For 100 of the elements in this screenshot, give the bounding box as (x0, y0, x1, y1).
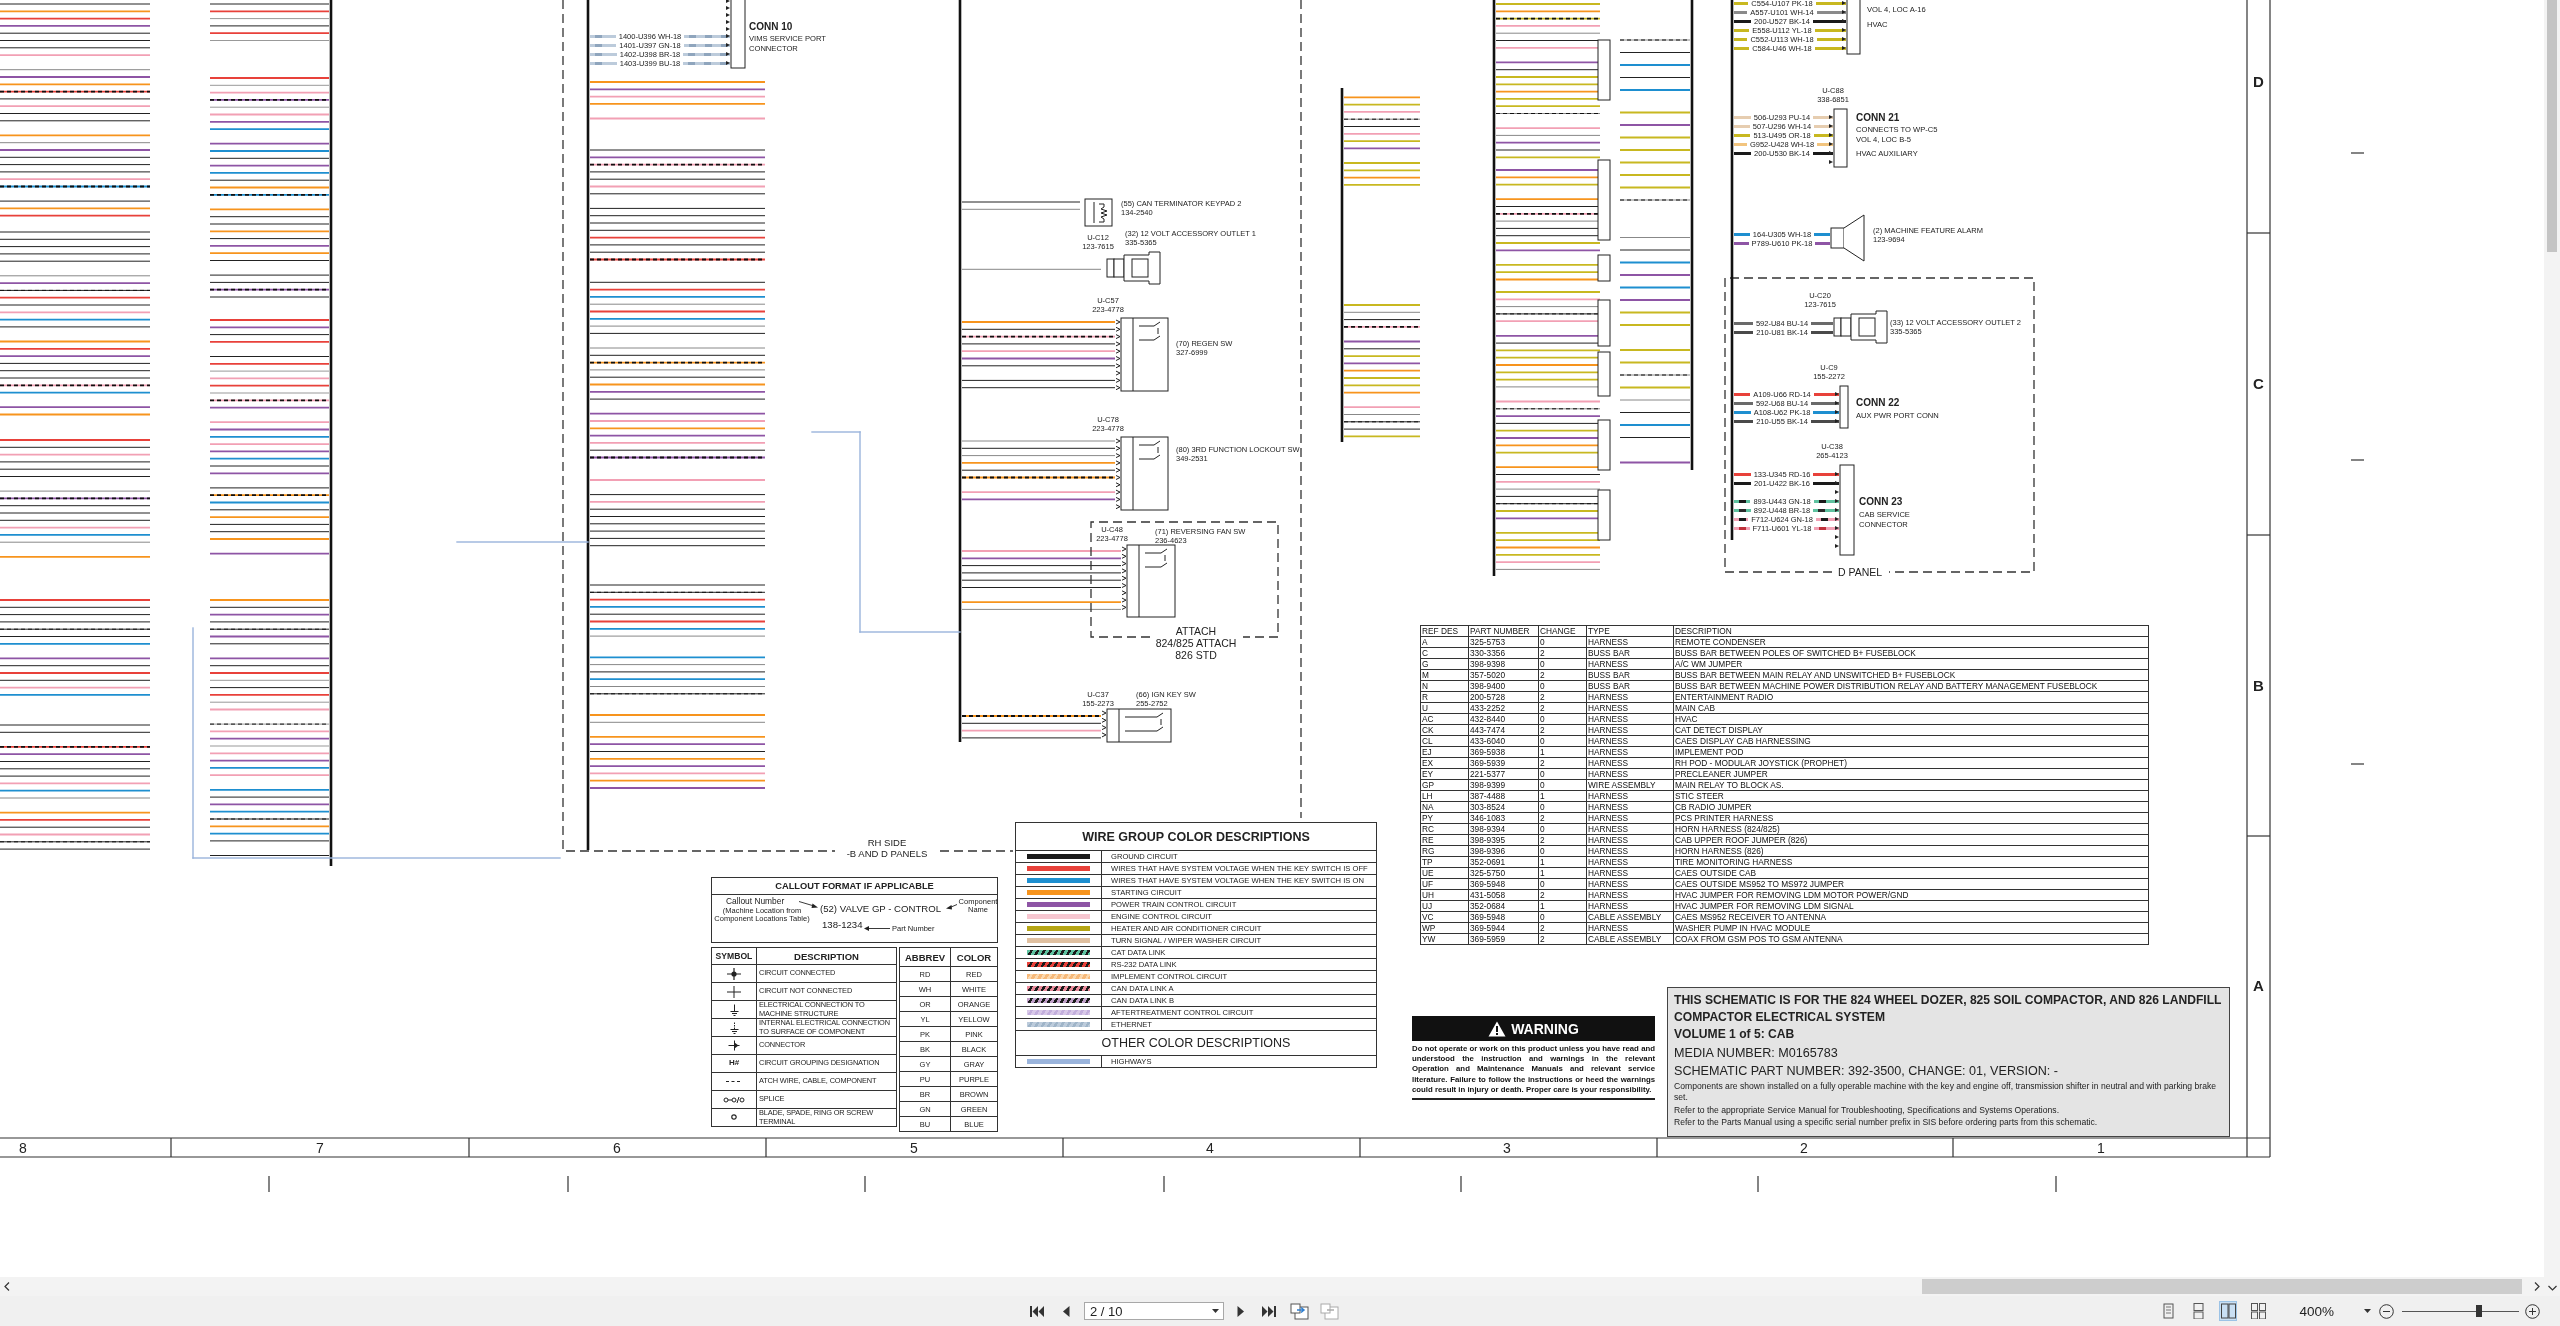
table-cell: BUSS BAR (1586, 669, 1674, 681)
area-label: -B AND D PANELS (846, 848, 928, 859)
triangle-left-icon[interactable] (1062, 1304, 1070, 1318)
table-cell: HVAC JUMPER FOR REMOVING LDM MOTOR POWER/GND (1673, 889, 2149, 901)
chevron-down-icon[interactable] (2547, 1284, 2557, 1292)
table-cell: YW (1420, 933, 1469, 945)
table-cell: CB RADIO JUMPER (1673, 801, 2149, 813)
ground-icon (729, 1003, 739, 1016)
terminator-icon (1084, 198, 1113, 227)
zone-letter: C (2253, 375, 2264, 392)
table-cell: 2 (1538, 922, 1587, 934)
zone-number: 7 (316, 1140, 324, 1156)
table-cell: CAES DISPLAY CAB HARNESSING (1673, 735, 2149, 747)
scrollbar-thumb[interactable] (2547, 0, 2557, 252)
zone-letter: B (2253, 677, 2264, 694)
caret-down-icon[interactable] (1212, 1309, 1219, 1313)
table-cell: HARNESS (1586, 834, 1674, 846)
zone-letter: D (2253, 73, 2264, 90)
area-label: RH SIDE (867, 837, 907, 848)
page-arrow-icon[interactable] (1290, 1302, 1309, 1320)
page-number-field[interactable]: 2 / 10 (1084, 1302, 1224, 1320)
table-cell: 398-9394 (1468, 823, 1539, 835)
column-header: ABBREV (899, 947, 951, 967)
two-pages-icon[interactable] (2219, 1301, 2238, 1321)
table-cell: NA (1420, 801, 1469, 813)
media-number: MEDIA NUMBER: M0165783 (1674, 1045, 1839, 1062)
chevron-right-icon[interactable] (2533, 1282, 2541, 1291)
column-header: CHANGE (1538, 625, 1587, 637)
table-cell: 2 (1538, 933, 1587, 945)
scrollbar-thumb[interactable] (1922, 1279, 2522, 1294)
table-cell: MAIN CAB (1673, 702, 2149, 714)
table-cell: WASHER PUMP IN HVAC MODULE (1673, 922, 2149, 934)
table-cell: 346-1083 (1468, 812, 1539, 824)
legend-title: OTHER COLOR DESCRIPTIONS (1016, 1031, 1376, 1056)
table-cell: UJ (1420, 900, 1469, 912)
table-cell: BUSS BAR BETWEEN MACHINE POWER DISTRIBUTION RELAY AND BATTERY MANAGEMENT FUSEBLOCK (1673, 680, 2149, 692)
table-cell: HARNESS (1586, 801, 1674, 813)
table-cell: HARNESS (1586, 922, 1674, 934)
table-cell: HARNESS (1586, 658, 1674, 670)
triangle-right-icon[interactable] (1237, 1304, 1245, 1318)
zoom-field[interactable]: 400% (2297, 1303, 2336, 1319)
table-cell: HARNESS (1586, 713, 1674, 725)
zoom-in-icon[interactable] (2525, 1303, 2540, 1319)
callout-annotation: Callout Number (726, 897, 785, 906)
two-pages-continuous-icon[interactable] (2249, 1301, 2268, 1321)
table-cell: BUSS BAR BETWEEN POLES OF SWITCHED B+ FUSEBLOCK (1673, 647, 2149, 659)
table-cell: HORN HARNESS (826) (1673, 845, 2149, 857)
schematic-note: Components are shown installed on a fully operable machine with the key and engine off, transmission shifter in neutral and with parking brake set. (1674, 1081, 2218, 1104)
table-cell: 0 (1538, 680, 1587, 692)
table-cell: 0 (1538, 911, 1587, 923)
table-cell: RE (1420, 834, 1469, 846)
connector-icon (1835, 385, 1849, 429)
zone-number: 4 (1206, 1140, 1214, 1156)
area-label: 826 STD (1175, 649, 1217, 661)
column-header: REF DES (1420, 625, 1469, 637)
area-label: D PANEL (1837, 566, 1883, 578)
table-cell: CABLE ASSEMBLY (1586, 933, 1674, 945)
leader-arrow (864, 926, 890, 931)
slider-thumb[interactable] (2476, 1305, 2483, 1317)
table-cell: HORN HARNESS (824/825) (1673, 823, 2149, 835)
table-cell: WIRE ASSEMBLY (1586, 779, 1674, 791)
table-cell: 2 (1538, 834, 1587, 846)
warning-icon (1488, 1020, 1507, 1037)
table-cell: 2 (1538, 889, 1587, 901)
table-cell: STIC STEER (1673, 790, 2149, 802)
table-cell: 2 (1538, 812, 1587, 824)
table-cell: PCS PRINTER HARNESS (1673, 812, 2149, 824)
dashed-ground-icon (729, 1021, 739, 1034)
table-cell: CK (1420, 724, 1469, 736)
zoom-out-icon[interactable] (2379, 1303, 2394, 1319)
arrow-icon (728, 1040, 740, 1051)
warning-title: WARNING (1511, 1020, 1579, 1037)
column-header: COLOR (950, 947, 998, 967)
table-cell: HARNESS (1586, 878, 1674, 890)
table-cell: 431-5058 (1468, 889, 1539, 901)
caret-down-icon[interactable] (2364, 1309, 2371, 1313)
table-cell: REMOTE CONDENSER (1673, 636, 2149, 648)
table-cell: HARNESS (1586, 702, 1674, 714)
skip-to-end-icon[interactable] (1261, 1304, 1276, 1318)
area-label: ATTACH (1175, 625, 1217, 637)
table-cell: CAB UPPER ROOF JUMPER (826) (1673, 834, 2149, 846)
table-cell: 398-9400 (1468, 680, 1539, 692)
switch-icon (1115, 317, 1169, 392)
table-cell: 387-4488 (1468, 790, 1539, 802)
table-cell: 0 (1538, 779, 1587, 791)
chevron-left-icon[interactable] (3, 1282, 11, 1291)
table-cell: 2 (1538, 691, 1587, 703)
connector-title: CONN 22 (1856, 397, 1900, 408)
table-cell: 1 (1538, 867, 1587, 879)
table-cell: G (1420, 658, 1469, 670)
table-cell: RG (1420, 845, 1469, 857)
skip-to-start-icon[interactable] (1030, 1304, 1045, 1318)
symbol-text: H# (729, 1058, 739, 1068)
table-cell: HARNESS (1586, 768, 1674, 780)
table-cell: 398-9398 (1468, 658, 1539, 670)
table-cell: 352-0684 (1468, 900, 1539, 912)
column-header: PART NUMBER (1468, 625, 1539, 637)
table-cell: 0 (1538, 658, 1587, 670)
table-cell: HARNESS (1586, 735, 1674, 747)
legend-title: WIRE GROUP COLOR DESCRIPTIONS (1016, 823, 1376, 851)
